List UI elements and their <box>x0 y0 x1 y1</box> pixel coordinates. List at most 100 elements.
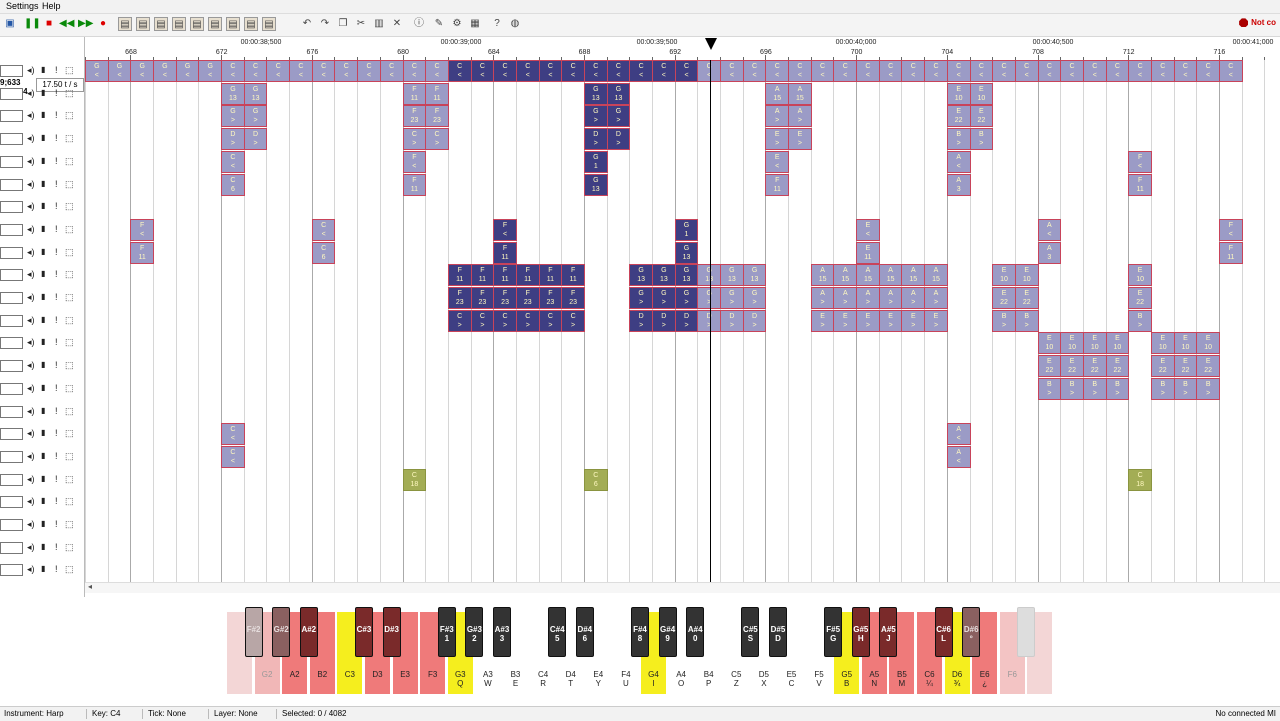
note-block[interactable]: F 23 <box>402 105 427 128</box>
note-block[interactable]: C< <box>289 60 313 82</box>
speaker-icon[interactable]: ◂) <box>27 474 35 484</box>
select-icon[interactable]: ⬚ <box>65 315 74 325</box>
note-block[interactable]: G1 <box>674 218 699 241</box>
lock-icon[interactable]: ▮ <box>41 496 45 506</box>
layer-tool-icon[interactable]: ▤ <box>136 17 150 31</box>
lock-icon[interactable]: ▮ <box>41 179 45 189</box>
note-block[interactable]: B > <box>1128 309 1152 332</box>
note-block[interactable]: A < <box>946 423 971 446</box>
select-icon[interactable]: ⬚ <box>65 269 74 279</box>
select-icon[interactable]: ⬚ <box>65 110 74 120</box>
note-block[interactable]: E > <box>833 309 858 332</box>
note-block[interactable]: C< <box>221 60 245 82</box>
redo-icon[interactable]: ↷ <box>318 17 332 31</box>
note-block[interactable]: B > <box>1082 377 1107 400</box>
lock-icon[interactable]: ▮ <box>41 315 45 325</box>
track-field[interactable] <box>0 541 23 554</box>
track-field[interactable] <box>0 246 23 259</box>
note-block[interactable]: G13 <box>674 264 699 287</box>
note-block[interactable]: A3 <box>946 173 971 196</box>
note-block[interactable]: C< <box>1150 60 1175 82</box>
select-icon[interactable]: ⬚ <box>65 247 74 257</box>
note-block[interactable]: E 22 <box>1128 287 1152 309</box>
layer-tool-icon[interactable]: ▤ <box>154 17 168 31</box>
undo-icon[interactable]: ↶ <box>300 17 314 31</box>
note-block[interactable]: G> <box>583 105 608 128</box>
note-block[interactable]: C< <box>334 60 359 82</box>
solo-icon[interactable]: ! <box>55 110 58 120</box>
note-block[interactable]: D> <box>742 309 767 332</box>
lock-icon[interactable]: ▮ <box>41 224 45 234</box>
speaker-icon[interactable]: ◂) <box>27 519 35 529</box>
layer-tool-icon[interactable]: ▤ <box>208 17 222 31</box>
layer-tool-icon[interactable]: ▤ <box>172 17 186 31</box>
note-block[interactable]: A > <box>765 105 790 128</box>
lock-icon[interactable]: ▮ <box>41 110 45 120</box>
track-field[interactable] <box>0 360 23 373</box>
note-block[interactable]: E < <box>856 218 880 241</box>
piano-black-key[interactable]: C#5 S <box>741 607 760 657</box>
solo-icon[interactable]: ! <box>55 201 58 211</box>
track-field[interactable] <box>0 428 23 441</box>
save-icon[interactable]: ▣ <box>3 17 17 31</box>
lock-icon[interactable]: ▮ <box>41 133 45 143</box>
speaker-icon[interactable]: ◂) <box>27 201 35 211</box>
note-block[interactable]: C< <box>674 60 699 82</box>
note-block[interactable]: B > <box>1037 377 1062 400</box>
note-block[interactable]: C< <box>1128 60 1152 82</box>
note-block[interactable]: F 11 <box>402 173 427 196</box>
record-icon[interactable]: ● <box>96 17 110 31</box>
rewind-icon[interactable]: ◀◀ <box>59 17 74 31</box>
note-block[interactable]: D> <box>243 128 268 151</box>
fast-forward-icon[interactable]: ▶▶ <box>78 17 93 31</box>
note-block[interactable]: B > <box>1173 377 1198 400</box>
note-block[interactable]: A3 <box>1037 241 1062 264</box>
stop-icon[interactable]: ■ <box>42 17 56 31</box>
note-block[interactable]: F 11 <box>402 82 427 105</box>
speaker-icon[interactable]: ◂) <box>27 496 35 506</box>
select-icon[interactable]: ⬚ <box>65 519 74 529</box>
lock-icon[interactable]: ▮ <box>41 337 45 347</box>
note-block[interactable]: G> <box>221 105 245 128</box>
track-field[interactable] <box>0 201 23 214</box>
note-block[interactable]: G< <box>107 60 132 82</box>
note-block[interactable]: C< <box>1173 60 1198 82</box>
track-field[interactable] <box>0 178 23 191</box>
note-block[interactable]: C< <box>878 60 903 82</box>
note-block[interactable]: D> <box>629 309 653 332</box>
piano-black-key[interactable]: C#4 5 <box>548 607 567 657</box>
note-block[interactable]: E 22 <box>1082 355 1107 378</box>
note-block[interactable]: F 11 <box>425 82 449 105</box>
select-icon[interactable]: ⬚ <box>65 201 74 211</box>
lock-icon[interactable]: ▮ <box>41 247 45 257</box>
note-block[interactable]: E 10 <box>1014 264 1039 287</box>
note-block[interactable]: C< <box>221 150 245 173</box>
note-block[interactable]: B > <box>946 128 971 151</box>
speaker-icon[interactable]: ◂) <box>27 269 35 279</box>
note-block[interactable]: A 15 <box>924 264 948 287</box>
note-block[interactable]: A > <box>833 287 858 309</box>
speaker-icon[interactable]: ◂) <box>27 156 35 166</box>
note-block[interactable]: A > <box>810 287 835 309</box>
note-block[interactable]: F 11 <box>515 264 540 287</box>
note-block[interactable]: C > <box>493 309 517 332</box>
note-block[interactable]: B > <box>1150 377 1175 400</box>
note-block[interactable]: G13 <box>629 264 653 287</box>
note-block[interactable]: F < <box>130 218 155 241</box>
note-block[interactable]: F 23 <box>425 105 449 128</box>
solo-icon[interactable]: ! <box>55 360 58 370</box>
speaker-icon[interactable]: ◂) <box>27 65 35 75</box>
speaker-icon[interactable]: ◂) <box>27 247 35 257</box>
note-block[interactable]: A < <box>1037 218 1062 241</box>
note-block[interactable]: G13 <box>606 82 631 105</box>
piano-icon[interactable]: ▦ <box>468 17 482 31</box>
note-block[interactable]: A 15 <box>765 82 790 105</box>
solo-icon[interactable]: ! <box>55 315 58 325</box>
note-block[interactable]: C< <box>901 60 926 82</box>
piano-black-key[interactable]: G#3 2 <box>465 607 484 657</box>
note-block[interactable]: C< <box>357 60 381 82</box>
lock-icon[interactable]: ▮ <box>41 156 45 166</box>
note-block[interactable]: C< <box>425 60 449 82</box>
note-block[interactable]: C< <box>765 60 790 82</box>
note-block[interactable]: D> <box>652 309 676 332</box>
